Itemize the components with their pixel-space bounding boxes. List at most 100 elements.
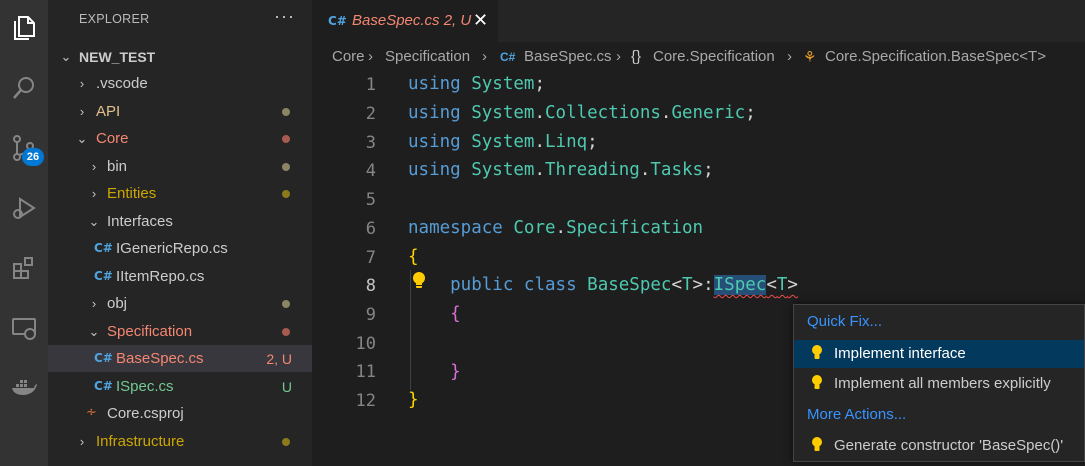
extensions-icon[interactable] <box>0 244 48 292</box>
namespace-icon: {} <box>631 48 642 65</box>
tree-item-label: obj <box>107 295 128 312</box>
search-icon[interactable] <box>0 64 48 112</box>
chevron-right-icon: › <box>79 76 85 91</box>
line-number: 3 <box>365 133 376 153</box>
chevron-right-icon: › <box>79 434 85 449</box>
breadcrumb-item[interactable]: Specification <box>385 48 470 65</box>
tree-item-obj[interactable]: › obj <box>48 290 312 317</box>
menu-item-generate-constructor[interactable]: Generate constructor 'BaseSpec()' <box>794 432 1084 460</box>
source-control-badge: 26 <box>22 148 44 166</box>
menu-item-implement-interface[interactable]: Implement interface <box>794 340 1084 368</box>
csharp-file-icon: C# <box>94 379 113 393</box>
breadcrumb-item[interactable]: BaseSpec.cs <box>524 48 612 65</box>
csharp-file-icon: C# <box>94 241 113 255</box>
tree-item-label: Specification <box>107 323 193 340</box>
git-status: U <box>281 378 292 395</box>
menu-item-label: Implement all members explicitly <box>834 375 1051 392</box>
warning-dot <box>282 190 290 198</box>
tree-item-interfaces[interactable]: ⌄ Interfaces <box>48 208 312 235</box>
csharp-file-icon: C# <box>500 50 516 64</box>
tab-bar: C# BaseSpec.cs 2, U ✕ <box>312 0 1085 42</box>
tree-item-label: IGenericRepo.cs <box>116 240 228 257</box>
docker-icon[interactable] <box>0 364 48 412</box>
chevron-down-icon: ⌄ <box>88 323 100 339</box>
line-number: 9 <box>365 305 376 325</box>
chevron-right-icon: › <box>368 48 373 65</box>
chevron-right-icon: › <box>91 186 97 201</box>
tree-item-core-csproj[interactable]: ∻ Core.csproj <box>48 400 312 427</box>
tree-item-label: Entities <box>107 185 157 202</box>
line-number: 6 <box>365 219 376 239</box>
lightbulb-icon <box>810 436 824 454</box>
code-line[interactable]: using System.Collections.Generic; <box>408 103 756 123</box>
explorer-icon[interactable] <box>0 4 48 52</box>
close-icon[interactable]: ✕ <box>473 10 488 31</box>
breadcrumb-item[interactable]: Core <box>332 48 365 65</box>
tree-item-basespec[interactable]: C# BaseSpec.cs 2, U <box>48 345 312 372</box>
code-line[interactable]: namespace Core.Specification <box>408 218 703 238</box>
line-number: 7 <box>365 248 376 268</box>
line-number: 2 <box>365 104 376 124</box>
tree-item-specification[interactable]: ⌄ Specification <box>48 318 312 345</box>
tree-item-infrastructure[interactable]: › Infrastructure <box>48 428 312 455</box>
tab-basespec[interactable]: C# BaseSpec.cs 2, U ✕ <box>312 0 498 42</box>
remote-explorer-icon[interactable] <box>0 304 48 352</box>
tree-item-label: Infrastructure <box>96 433 185 450</box>
more-actions-header: More Actions... <box>807 406 907 423</box>
tree-item-label: API <box>96 103 121 120</box>
tree-item-iitemrepo[interactable]: C# IItemRepo.cs <box>48 263 312 290</box>
tree-item-vscode[interactable]: › .vscode <box>48 70 312 97</box>
menu-item-label: Implement interface <box>834 345 966 362</box>
explorer-sidebar: EXPLORER ··· ⌄ NEW_TEST › .vscode › API … <box>48 0 312 466</box>
code-line[interactable]: using System.Threading.Tasks; <box>408 160 714 180</box>
quick-fix-menu: Quick Fix... Implement interface Impleme… <box>793 304 1085 462</box>
code-line[interactable]: } <box>408 362 461 382</box>
code-line[interactable]: } <box>408 390 419 410</box>
menu-item-implement-explicitly[interactable]: Implement all members explicitly <box>794 370 1084 398</box>
line-number: 4 <box>365 161 376 181</box>
modified-dot <box>282 108 290 116</box>
tree-item-igenericrepo[interactable]: C# IGenericRepo.cs <box>48 235 312 262</box>
lightbulb-icon <box>810 374 824 392</box>
tree-item-label: Core.csproj <box>107 405 184 422</box>
rss-file-icon: ∻ <box>86 405 97 420</box>
tree-item-bin[interactable]: › bin <box>48 153 312 180</box>
code-line[interactable]: using System.Linq; <box>408 132 598 152</box>
tree-item-label: Interfaces <box>107 213 173 230</box>
chevron-right-icon: › <box>79 104 85 119</box>
error-dot <box>282 135 290 143</box>
tree-item-ispec[interactable]: C# ISpec.cs U <box>48 373 312 400</box>
tree-item-core[interactable]: ⌄ Core <box>48 125 312 152</box>
quick-fix-header: Quick Fix... <box>807 313 883 330</box>
tree-item-label: .vscode <box>96 75 148 92</box>
line-number-active: 8 <box>365 276 376 296</box>
tree-item-entities[interactable]: › Entities <box>48 180 312 207</box>
lightbulb-icon[interactable] <box>410 271 428 291</box>
line-number: 10 <box>355 334 376 354</box>
lightbulb-icon <box>810 344 824 362</box>
tree-item-api[interactable]: › API <box>48 98 312 125</box>
csharp-file-icon: C# <box>94 351 113 365</box>
source-control-icon[interactable] <box>0 124 48 172</box>
code-line[interactable]: using System; <box>408 74 545 94</box>
tree-item-label: BaseSpec.cs <box>116 350 204 367</box>
git-status: 2, U <box>266 350 292 367</box>
workspace-root[interactable]: ⌄ NEW_TEST <box>48 43 312 70</box>
chevron-right-icon: › <box>787 48 792 65</box>
tab-title: BaseSpec.cs 2, U <box>352 12 472 29</box>
line-number: 1 <box>365 75 376 95</box>
activity-bar: 26 <box>0 0 48 466</box>
code-line[interactable]: { <box>408 304 461 324</box>
chevron-right-icon: › <box>482 48 487 65</box>
csharp-file-icon: C# <box>94 269 113 283</box>
modified-dot <box>282 163 290 171</box>
breadcrumb-item[interactable]: Core.Specification.BaseSpec<T> <box>825 48 1046 65</box>
modified-dot <box>282 300 290 308</box>
code-line-active[interactable]: public class BaseSpec<T>:ISpec<T> <box>408 275 798 295</box>
code-line[interactable]: { <box>408 247 419 267</box>
breadcrumb-item[interactable]: Core.Specification <box>653 48 775 65</box>
line-number: 12 <box>355 391 376 411</box>
chevron-right-icon: › <box>91 296 97 311</box>
run-debug-icon[interactable] <box>0 184 48 232</box>
more-actions-icon[interactable]: ··· <box>274 6 295 27</box>
